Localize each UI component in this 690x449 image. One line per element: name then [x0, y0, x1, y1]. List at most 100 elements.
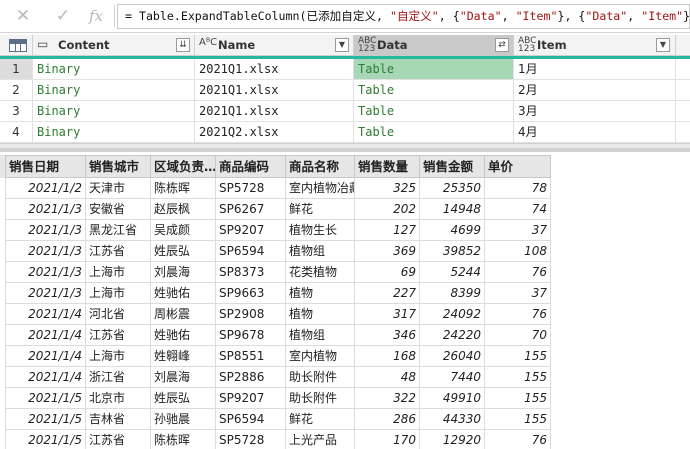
sheet-cell[interactable]: 花类植物	[286, 262, 355, 283]
cell-item[interactable]: 4月	[514, 122, 676, 142]
sheet-cell[interactable]: 2021/1/4	[5, 304, 86, 325]
sheet-cell[interactable]: 姓翱峰	[151, 346, 216, 367]
sheet-cell[interactable]: SP5728	[216, 178, 286, 199]
sheet-cell[interactable]: 2021/1/4	[5, 325, 86, 346]
sheet-cell[interactable]: 25350	[420, 178, 485, 199]
sheet-cell[interactable]: 2021/1/4	[5, 367, 86, 388]
sheet-cell[interactable]: 70	[485, 325, 551, 346]
sheet-cell[interactable]: 黑龙江省	[86, 220, 151, 241]
sheet-cell[interactable]: 14948	[420, 199, 485, 220]
sheet-cell[interactable]: 155	[485, 409, 551, 430]
sheet-cell[interactable]: 姓辰弘	[151, 241, 216, 262]
sheet-cell[interactable]: 安徽省	[86, 199, 151, 220]
sheet-cell[interactable]: 26040	[420, 346, 485, 367]
cell-content[interactable]: Binary	[33, 80, 195, 100]
sheet-cell[interactable]: 4699	[420, 220, 485, 241]
sheet-cell[interactable]: 刘晨海	[151, 262, 216, 283]
sheet-cell[interactable]: 227	[355, 283, 420, 304]
sheet-cell[interactable]: 76	[485, 304, 551, 325]
fx-icon[interactable]: fx	[85, 4, 107, 28]
sheet-cell[interactable]: 2021/1/3	[5, 283, 86, 304]
sheet-cell[interactable]: 48	[355, 367, 420, 388]
sheet-cell[interactable]: 108	[485, 241, 551, 262]
cell-name[interactable]: 2021Q1.xlsx	[195, 59, 354, 79]
sheet-cell[interactable]: 155	[485, 346, 551, 367]
sheet-cell[interactable]: 127	[355, 220, 420, 241]
sheet-cell[interactable]: 2021/1/5	[5, 388, 86, 409]
sheet-cell[interactable]: 天津市	[86, 178, 151, 199]
sheet-cell[interactable]: 河北省	[86, 304, 151, 325]
sheet-cell[interactable]: 浙江省	[86, 367, 151, 388]
column-header-item[interactable]: ABC 123 Item ▼	[514, 35, 676, 56]
cell-name[interactable]: 2021Q2.xlsx	[195, 122, 354, 142]
sheet-cell[interactable]: 170	[355, 430, 420, 449]
sheet-row[interactable]: 2021/1/4 江苏省 姓驰佑 SP9678 植物组 346 24220 70	[0, 325, 551, 346]
sheet-row[interactable]: 2021/1/3 上海市 刘晨海 SP8373 花类植物 69 5244 76	[0, 262, 551, 283]
sheet-cell[interactable]: 上海市	[86, 283, 151, 304]
sheet-cell[interactable]: 69	[355, 262, 420, 283]
sheet-cell[interactable]: 助长附件	[286, 367, 355, 388]
sheet-cell[interactable]: 江苏省	[86, 430, 151, 449]
chevron-down-icon[interactable]: ▼	[335, 38, 349, 52]
sheet-cell[interactable]: 室内植物	[286, 346, 355, 367]
sheet-cell[interactable]: 286	[355, 409, 420, 430]
sheet-cell[interactable]: 植物生长	[286, 220, 355, 241]
cell-content[interactable]: Binary	[33, 122, 195, 142]
sheet-cell[interactable]: 植物组	[286, 325, 355, 346]
sheet-row[interactable]: 2021/1/3 安徽省 赵辰枫 SP6267 鲜花 202 14948 74	[0, 199, 551, 220]
cell-item[interactable]: 2月	[514, 80, 676, 100]
sheet-row[interactable]: 2021/1/2 天津市 陈栋晖 SP5728 室内植物冶藏 325 25350 78	[0, 178, 551, 199]
sheet-cell[interactable]: 24092	[420, 304, 485, 325]
cell-item[interactable]: 1月	[514, 59, 676, 79]
sheet-row[interactable]: 2021/1/5 吉林省 孙驰晨 SP6594 鲜花 286 44330 155	[0, 409, 551, 430]
sheet-cell[interactable]: SP9207	[216, 220, 286, 241]
sheet-row[interactable]: 2021/1/3 江苏省 姓辰弘 SP6594 植物组 369 39852 108	[0, 241, 551, 262]
sheet-cell[interactable]: SP9207	[216, 388, 286, 409]
cell-content[interactable]: Binary	[33, 59, 195, 79]
sheet-cell[interactable]: 吴成颜	[151, 220, 216, 241]
sheet-cell[interactable]: SP9678	[216, 325, 286, 346]
sheet-cell[interactable]: SP8373	[216, 262, 286, 283]
sheet-cell[interactable]: 刘晨海	[151, 367, 216, 388]
column-header-name[interactable]: AᴮC Name ▼	[195, 35, 354, 56]
sheet-cell[interactable]: 鲜花	[286, 409, 355, 430]
sheet-row[interactable]: 2021/1/4 河北省 周彬震 SP2908 植物 317 24092 76	[0, 304, 551, 325]
cell-content[interactable]: Binary	[33, 101, 195, 121]
sheet-cell[interactable]: 12920	[420, 430, 485, 449]
sheet-row[interactable]: 2021/1/3 上海市 姓驰佑 SP9663 植物 227 8399 37	[0, 283, 551, 304]
sheet-cell[interactable]: 植物	[286, 304, 355, 325]
sheet-cell[interactable]: 346	[355, 325, 420, 346]
sheet-cell[interactable]: 155	[485, 367, 551, 388]
sheet-cell[interactable]: SP6267	[216, 199, 286, 220]
sheet-cell[interactable]: 168	[355, 346, 420, 367]
sheet-cell[interactable]: SP8551	[216, 346, 286, 367]
sheet-cell[interactable]: 49910	[420, 388, 485, 409]
chevron-down-icon[interactable]: ▼	[656, 38, 670, 52]
sheet-cell[interactable]: 植物组	[286, 241, 355, 262]
sheet-cell[interactable]: 2021/1/5	[5, 409, 86, 430]
sheet-cell[interactable]: 76	[485, 430, 551, 449]
expand-column-icon[interactable]: ⇊	[176, 38, 190, 52]
sheet-cell[interactable]: SP6594	[216, 241, 286, 262]
sheet-row[interactable]: 2021/1/4 上海市 姓翱峰 SP8551 室内植物 168 26040 155	[0, 346, 551, 367]
sheet-cell[interactable]: 202	[355, 199, 420, 220]
sheet-cell[interactable]: 植物	[286, 283, 355, 304]
cell-data[interactable]: Table	[354, 101, 514, 121]
sheet-cell[interactable]: SP6594	[216, 409, 286, 430]
cell-name[interactable]: 2021Q1.xlsx	[195, 80, 354, 100]
formula-input[interactable]: = Table.ExpandTableColumn(已添加自定义, "自定义",…	[117, 4, 690, 29]
sheet-cell[interactable]: 76	[485, 262, 551, 283]
pane-splitter[interactable]	[0, 148, 690, 152]
sheet-cell[interactable]: 2021/1/3	[5, 199, 86, 220]
sheet-cell[interactable]: 陈栋晖	[151, 178, 216, 199]
sheet-cell[interactable]: SP2908	[216, 304, 286, 325]
sheet-cell[interactable]: 姓辰弘	[151, 388, 216, 409]
sheet-cell[interactable]: 2021/1/3	[5, 262, 86, 283]
sheet-cell[interactable]: 2021/1/4	[5, 346, 86, 367]
sheet-cell[interactable]: 5244	[420, 262, 485, 283]
sheet-row[interactable]: 2021/1/5 北京市 姓辰弘 SP9207 助长附件 322 49910 155	[0, 388, 551, 409]
table-row[interactable]: 2 Binary 2021Q1.xlsx Table 2月	[0, 80, 690, 101]
sheet-cell[interactable]: 24220	[420, 325, 485, 346]
cell-name[interactable]: 2021Q1.xlsx	[195, 101, 354, 121]
sheet-cell[interactable]: 孙驰晨	[151, 409, 216, 430]
